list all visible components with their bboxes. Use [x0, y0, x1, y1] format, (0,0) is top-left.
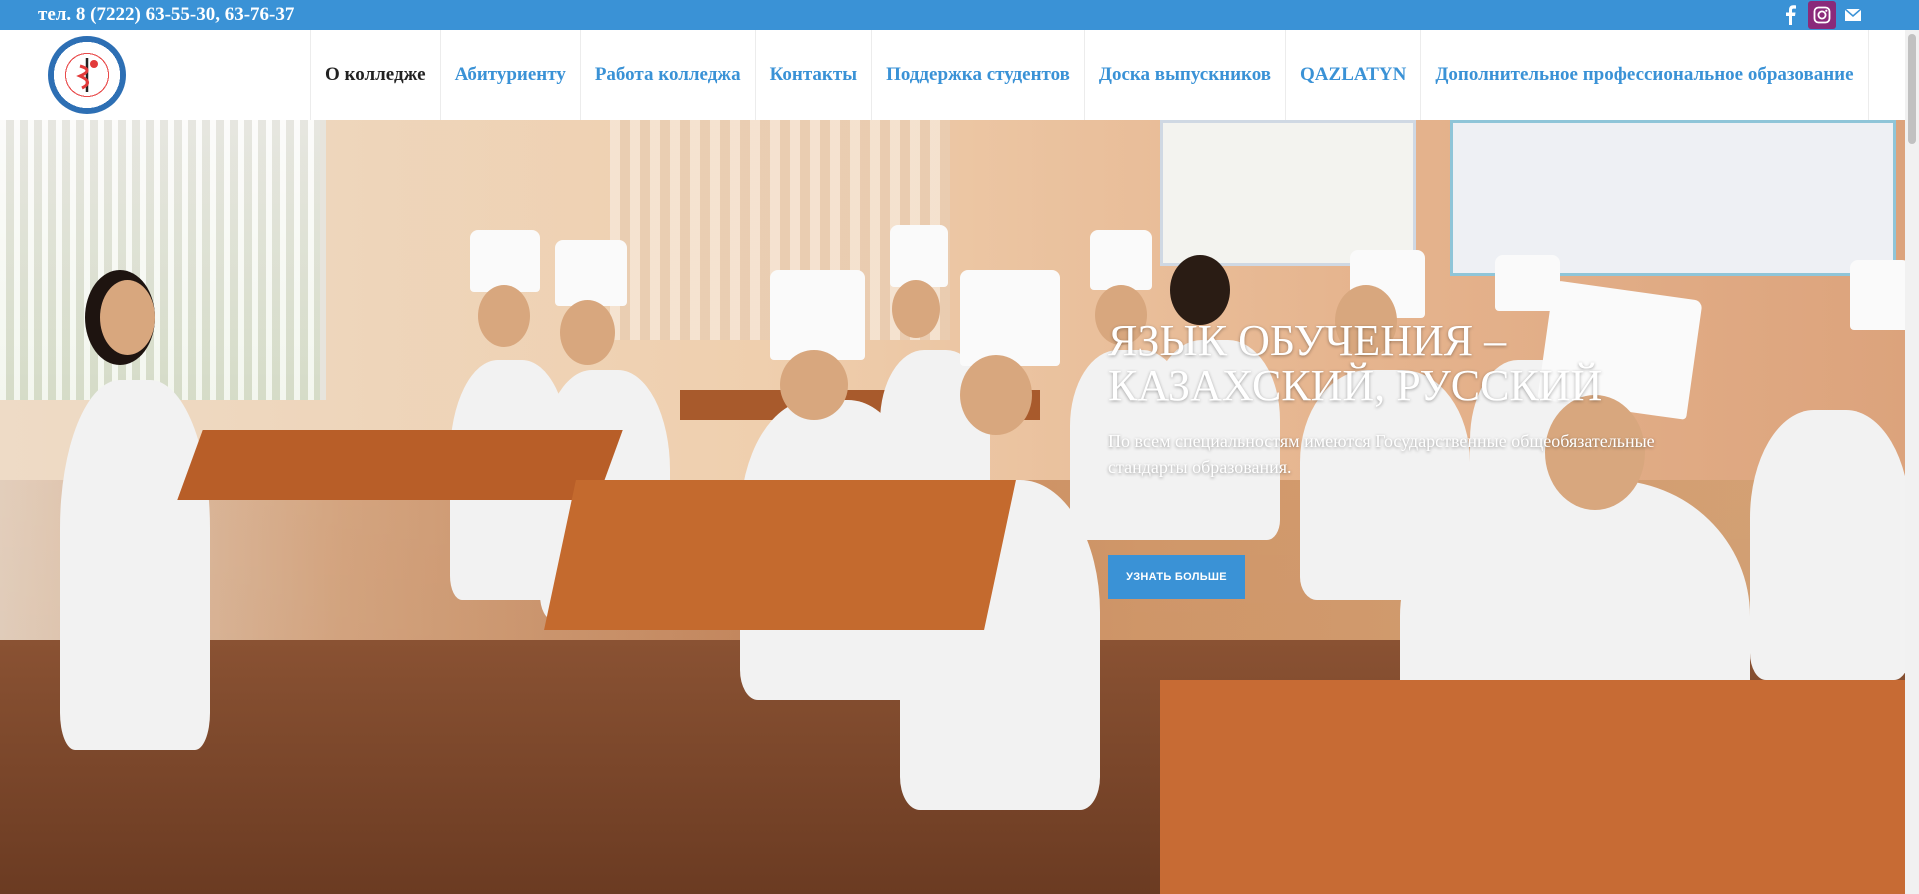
instagram-icon[interactable]	[1808, 1, 1836, 29]
hero-photo-desk	[177, 430, 623, 500]
phone-number: тел. 8 (7222) 63-55-30, 63-76-37	[38, 4, 295, 25]
hero-caption: ЯЗЫК ОБУЧЕНИЯ – КАЗАХСКИЙ, РУССКИЙ По вс…	[1108, 318, 1668, 480]
hero-photo-cap	[555, 240, 627, 306]
hero-photo-hair	[1170, 255, 1230, 325]
college-logo[interactable]	[48, 36, 126, 114]
hero-photo-desk	[544, 480, 1016, 630]
main-nav: О колледже Абитуриенту Работа колледжа К…	[310, 30, 1869, 120]
hero-photo-student	[1750, 410, 1905, 680]
mail-icon[interactable]	[1840, 2, 1866, 28]
hero-photo-cap	[770, 270, 865, 360]
top-bar: тел. 8 (7222) 63-55-30, 63-76-37	[0, 0, 1919, 30]
hero-photo-cap	[1850, 260, 1905, 330]
hero-photo-face	[960, 355, 1032, 435]
nav-item-about[interactable]: О колледже	[310, 30, 440, 120]
nav-item-additional-education[interactable]: Дополнительное профессиональное образова…	[1420, 30, 1869, 120]
hero-photo-teacher	[60, 380, 210, 750]
hero-photo-cap	[890, 225, 948, 287]
page-scrollbar[interactable]	[1905, 30, 1919, 894]
learn-more-button[interactable]: УЗНАТЬ БОЛЬШЕ	[1108, 555, 1245, 599]
nav-item-student-support[interactable]: Поддержка студентов	[871, 30, 1084, 120]
hero-slider	[0, 120, 1905, 894]
hero-photo-face	[560, 300, 615, 365]
hero-photo-poster	[1160, 120, 1416, 266]
nav-item-contacts[interactable]: Контакты	[754, 30, 871, 120]
hero-title: ЯЗЫК ОБУЧЕНИЯ – КАЗАХСКИЙ, РУССКИЙ	[1108, 316, 1603, 410]
hero-photo-desk	[1160, 680, 1905, 894]
nav-item-applicants[interactable]: Абитуриенту	[439, 30, 580, 120]
nav-item-college-work[interactable]: Работа колледжа	[579, 30, 755, 120]
site-header: О колледже Абитуриенту Работа колледжа К…	[0, 30, 1905, 120]
nav-item-qazlatyn[interactable]: QAZLATYN	[1285, 30, 1420, 120]
caduceus-icon	[76, 58, 98, 92]
hero-photo-face	[892, 280, 940, 338]
hero-photo-poster	[1450, 120, 1896, 276]
scrollbar-thumb[interactable]	[1908, 34, 1916, 144]
hero-photo-cap	[960, 270, 1060, 366]
hero-photo-face	[780, 350, 848, 420]
hero-photo-cap	[1090, 230, 1152, 290]
hero-photo-window	[0, 120, 326, 400]
hero-photo-face	[478, 285, 530, 347]
facebook-icon[interactable]	[1780, 2, 1800, 28]
nav-item-alumni-board[interactable]: Доска выпускников	[1083, 30, 1285, 120]
hero-photo-cap	[470, 230, 540, 292]
hero-photo-face	[100, 280, 155, 355]
hero-subtitle: По всем специальностям имеются Государст…	[1108, 431, 1655, 477]
